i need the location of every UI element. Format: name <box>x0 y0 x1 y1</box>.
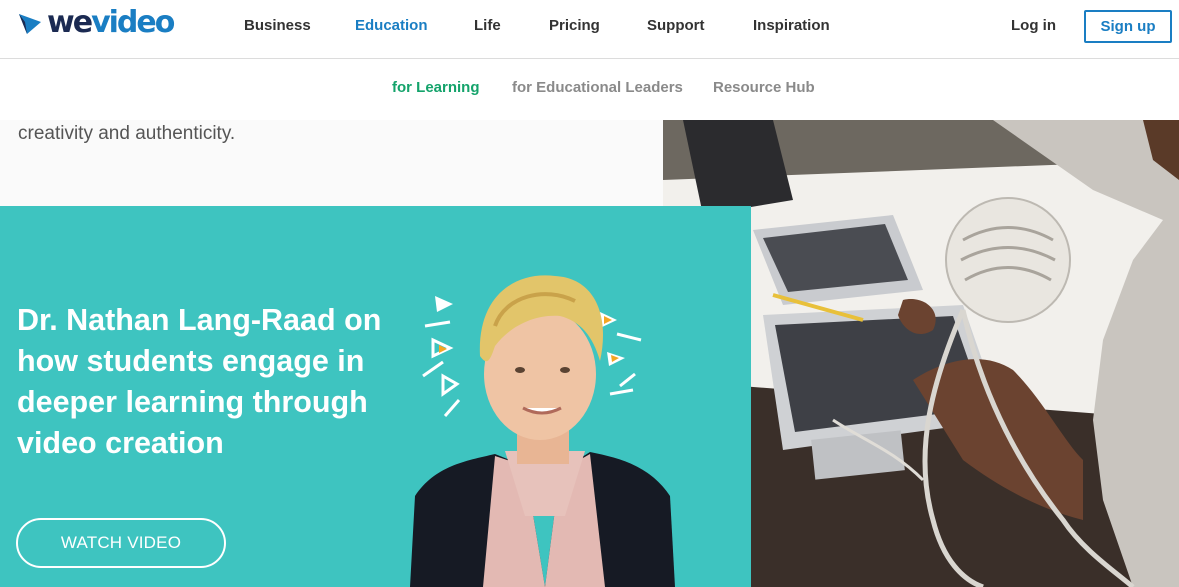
nav-business[interactable]: Business <box>244 17 311 34</box>
top-navigation: wevideo Business Education Life Pricing … <box>0 0 1179 59</box>
speaker-portrait <box>410 275 675 587</box>
intro-section: creativity and authenticity. <box>0 120 663 206</box>
promo-title: Dr. Nathan Lang-Raad on how students eng… <box>17 303 382 460</box>
wevideo-logo-icon <box>19 14 41 34</box>
wevideo-logo[interactable]: wevideo <box>17 5 175 40</box>
nav-inspiration[interactable]: Inspiration <box>753 17 830 34</box>
play-triangle-icon <box>435 296 453 312</box>
promo-panel: Dr. Nathan Lang-Raad on how students eng… <box>0 206 751 587</box>
nav-life[interactable]: Life <box>474 17 501 34</box>
subnav-educational-leaders[interactable]: for Educational Leaders <box>512 79 683 96</box>
signup-button[interactable]: Sign up <box>1084 10 1172 43</box>
logo-wordmark: wevideo <box>47 5 175 40</box>
login-link[interactable]: Log in <box>1011 17 1056 34</box>
subnav-for-learning[interactable]: for Learning <box>392 79 480 96</box>
nav-pricing[interactable]: Pricing <box>549 17 600 34</box>
watch-video-button[interactable]: WATCH VIDEO <box>16 518 226 568</box>
intro-text: creativity and authenticity. <box>18 123 236 144</box>
nav-education[interactable]: Education <box>355 17 428 34</box>
nav-support[interactable]: Support <box>647 17 705 34</box>
subnav-resource-hub[interactable]: Resource Hub <box>713 79 815 96</box>
education-subnav: for Learning for Educational Leaders Res… <box>0 60 1179 120</box>
